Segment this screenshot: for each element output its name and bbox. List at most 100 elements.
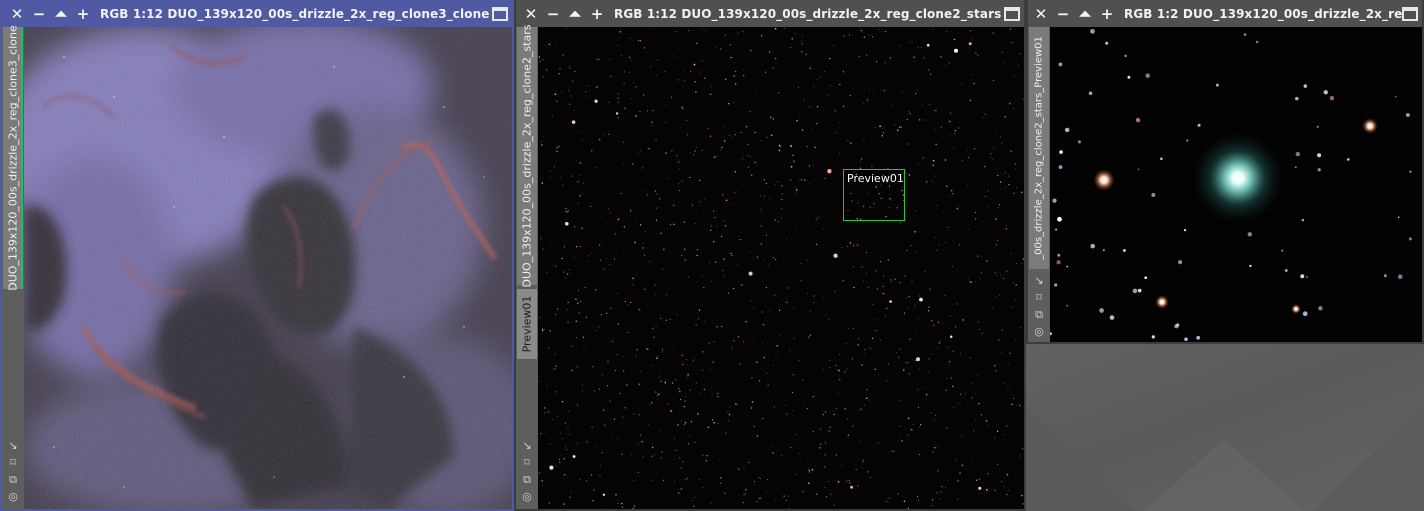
window-titlebar[interactable]: ✕ − ⏶ + RGB 1:12 DUO_139x120_00s_drizzle… xyxy=(516,0,1024,27)
star-point xyxy=(629,217,630,219)
image-window-nebula[interactable]: ✕ − ⏶ + RGB 1:12 DUO_139x120_00s_drizzle… xyxy=(0,0,514,511)
star-point xyxy=(1014,163,1016,165)
star-point xyxy=(770,445,772,447)
view-tab-preview01[interactable]: Preview01 xyxy=(517,289,537,359)
target-icon[interactable]: ◎ xyxy=(2,488,24,505)
view-tab-main[interactable]: DUO_139x120_00s_drizzle_2x_reg_clone3_cl… xyxy=(3,25,23,291)
star-point xyxy=(785,499,788,502)
star-point xyxy=(793,337,795,339)
star-point xyxy=(845,343,848,345)
star-point xyxy=(751,377,753,379)
star-point xyxy=(581,193,583,195)
star-point xyxy=(585,316,587,318)
star-point xyxy=(687,373,689,376)
star-point xyxy=(695,382,697,384)
clone-icon[interactable]: ⧉ xyxy=(2,471,24,488)
star-point xyxy=(867,287,869,288)
star-point xyxy=(931,505,933,507)
star-point xyxy=(604,424,606,426)
star-point xyxy=(558,490,560,491)
close-icon[interactable]: ✕ xyxy=(520,0,542,27)
add-icon[interactable]: + xyxy=(72,0,94,27)
nebula-image[interactable] xyxy=(24,27,512,509)
bright-star xyxy=(1192,132,1284,224)
star-point xyxy=(745,489,747,491)
star-point xyxy=(621,453,623,456)
image-window-preview[interactable]: ✕ − ⏶ + RGB 1:2 DUO_139x120_00s_drizzle_… xyxy=(1026,0,1424,344)
star-point xyxy=(579,162,582,164)
maximize-icon[interactable] xyxy=(492,6,508,21)
star-point xyxy=(917,407,919,409)
image-window-stars[interactable]: ✕ − ⏶ + RGB 1:12 DUO_139x120_00s_drizzle… xyxy=(514,0,1026,511)
starfield-image[interactable]: Preview01 xyxy=(538,27,1024,509)
window-titlebar[interactable]: ✕ − ⏶ + RGB 1:2 DUO_139x120_00s_drizzle_… xyxy=(1028,0,1422,27)
star-point xyxy=(671,150,673,152)
star-point xyxy=(1004,116,1006,118)
star-point xyxy=(670,96,673,98)
star-point xyxy=(834,110,836,112)
star-point xyxy=(958,206,960,207)
crop-icon[interactable]: ⌑ xyxy=(1028,289,1050,306)
star-point xyxy=(1102,249,1105,252)
star-point xyxy=(877,442,879,444)
maximize-icon[interactable] xyxy=(1004,6,1020,21)
star-point xyxy=(665,104,666,106)
star-point xyxy=(993,215,995,217)
add-icon[interactable]: + xyxy=(1096,0,1118,27)
star-point xyxy=(664,121,667,124)
star-point xyxy=(583,356,585,358)
star-point xyxy=(600,259,602,261)
clone-icon[interactable]: ⧉ xyxy=(516,471,538,488)
view-tab-main[interactable]: _00s_drizzle_2x_reg_clone2_stars_Preview… xyxy=(1029,27,1049,269)
star-point xyxy=(754,131,756,134)
star-point xyxy=(720,235,723,238)
close-icon[interactable]: ✕ xyxy=(1030,0,1052,27)
shade-icon[interactable]: ⏶ xyxy=(1074,0,1096,27)
window-titlebar[interactable]: ✕ − ⏶ + RGB 1:12 DUO_139x120_00s_drizzle… xyxy=(2,0,512,27)
star-point xyxy=(1005,145,1007,147)
star-point xyxy=(1055,228,1058,231)
star-point xyxy=(1318,306,1323,311)
star-point xyxy=(633,413,635,415)
target-icon[interactable]: ◎ xyxy=(516,488,538,505)
star-point xyxy=(585,91,587,93)
star-point xyxy=(596,434,598,436)
star-point xyxy=(948,361,951,363)
crop-icon[interactable]: ⌑ xyxy=(2,454,24,471)
resize-icon[interactable]: ↘ xyxy=(1028,272,1050,289)
star-point xyxy=(668,177,670,179)
resize-icon[interactable]: ↘ xyxy=(2,437,24,454)
maximize-icon[interactable] xyxy=(1402,6,1418,21)
star-point xyxy=(808,106,811,108)
star-point xyxy=(689,152,691,154)
resize-icon[interactable]: ↘ xyxy=(516,437,538,454)
star-point xyxy=(608,133,610,135)
star-point xyxy=(571,120,576,124)
close-icon[interactable]: ✕ xyxy=(6,0,28,27)
star-point xyxy=(746,155,749,157)
add-icon[interactable]: + xyxy=(586,0,608,27)
star-point xyxy=(824,442,826,444)
star-point xyxy=(927,69,930,71)
crop-icon[interactable]: ⌑ xyxy=(516,454,538,471)
minimize-icon[interactable]: − xyxy=(28,0,50,27)
star-point xyxy=(568,269,570,270)
clone-icon[interactable]: ⧉ xyxy=(1028,306,1050,323)
zoomed-preview-image[interactable] xyxy=(1050,27,1422,342)
shade-icon[interactable]: ⏶ xyxy=(564,0,586,27)
star-point xyxy=(549,170,551,172)
minimize-icon[interactable]: − xyxy=(1052,0,1074,27)
view-tab-main[interactable]: DUO_139x120_00s_drizzle_2x_reg_clone2_st… xyxy=(517,25,537,288)
star-point xyxy=(765,234,767,236)
shade-icon[interactable]: ⏶ xyxy=(50,0,72,27)
star-point xyxy=(576,442,578,444)
star-point xyxy=(549,330,551,332)
star-point xyxy=(624,107,626,110)
star-point xyxy=(946,30,948,32)
star-point xyxy=(609,58,611,61)
target-icon[interactable]: ◎ xyxy=(1028,323,1050,340)
star-point xyxy=(980,271,983,274)
star-point xyxy=(926,43,930,47)
star-point xyxy=(1011,306,1013,308)
minimize-icon[interactable]: − xyxy=(542,0,564,27)
